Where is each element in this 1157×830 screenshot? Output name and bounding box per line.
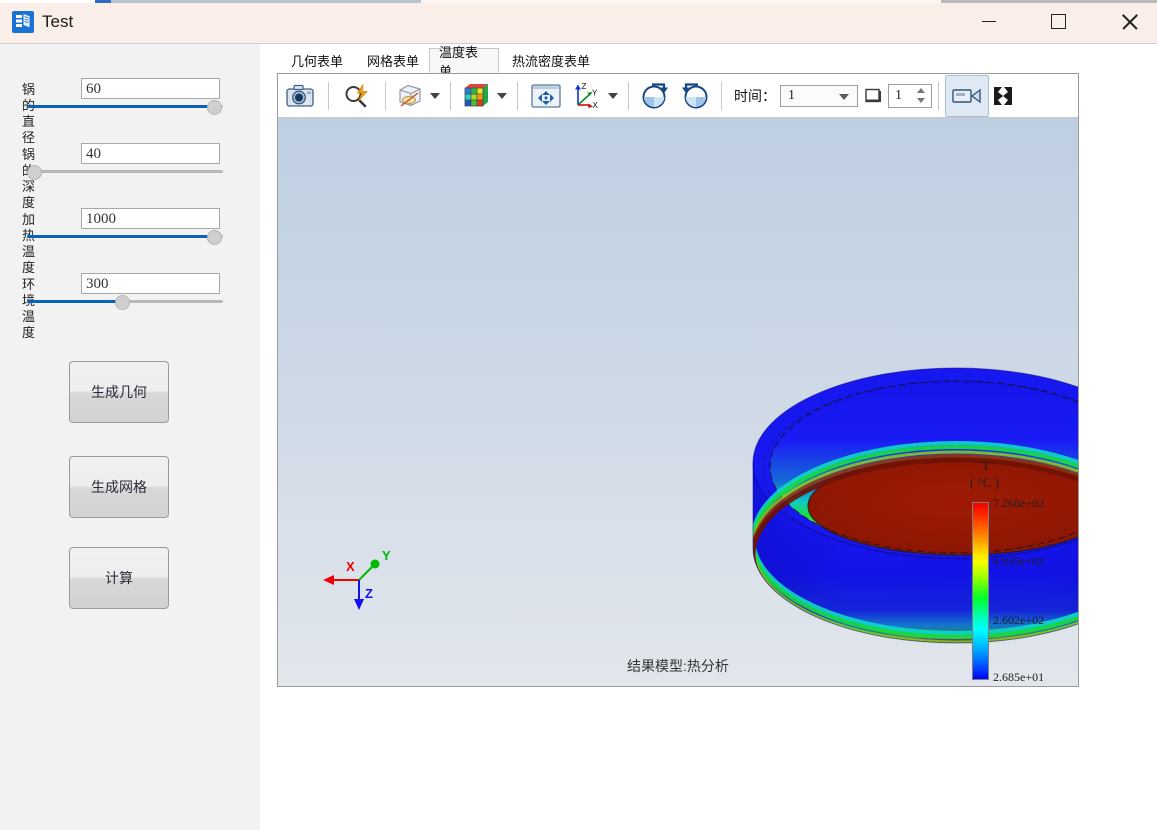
svg-text:Z: Z	[582, 82, 587, 91]
legend-tick-high: 4.935e+02	[993, 554, 1045, 568]
pan-move-icon	[531, 83, 561, 108]
zoom-fit-icon	[345, 83, 368, 107]
rotate-ccw-icon	[682, 82, 708, 108]
chevron-down-icon[interactable]	[497, 92, 507, 99]
toolbar-separator	[328, 81, 329, 110]
window-title: Test	[42, 12, 74, 31]
parameter-input-ambient-temp[interactable]: 300	[81, 273, 220, 294]
tab-geometry-form[interactable]: 几何表单	[281, 48, 353, 73]
axis-label-x: X	[346, 559, 355, 574]
axis-orientation-button[interactable]: Z Y X	[568, 76, 606, 116]
parameter-label-heating-temp: 加热温度	[22, 212, 36, 275]
minimize-icon	[982, 20, 996, 22]
zoom-fit-button[interactable]	[335, 76, 379, 116]
close-icon	[1121, 13, 1138, 30]
slider-thumb[interactable]	[26, 165, 42, 180]
close-button[interactable]	[1106, 0, 1152, 42]
hide-geometry-button[interactable]	[392, 76, 428, 116]
colored-mesh-button[interactable]	[457, 76, 495, 116]
minimize-button[interactable]	[966, 0, 1012, 42]
rotate-cw-button[interactable]	[635, 76, 675, 116]
parameter-input-depth[interactable]: 40	[81, 143, 220, 164]
colored-mesh-icon	[464, 83, 488, 106]
title-bar: Test	[0, 0, 1157, 44]
rotate-cw-icon	[642, 82, 668, 108]
parameter-slider-depth[interactable]	[26, 165, 223, 180]
slider-thumb[interactable]	[207, 100, 223, 115]
svg-text:Y: Y	[592, 88, 598, 97]
step-spinner[interactable]: 1	[888, 83, 932, 108]
left-control-panel: 锅的直径 60 锅的深度 40 加热温度 1000	[0, 44, 260, 830]
legend-tick-max: 7.268e+02	[993, 496, 1045, 510]
legend-tick-low: 2.602e+02	[993, 613, 1045, 627]
expand-contrast-icon	[994, 86, 1012, 105]
parameter-slider-diameter[interactable]	[27, 100, 223, 115]
screenshot-button[interactable]	[278, 76, 322, 116]
fullscreen-button[interactable]	[989, 76, 1017, 116]
maximize-icon	[1050, 13, 1066, 29]
pan-move-button[interactable]	[524, 76, 568, 116]
frame-button[interactable]	[858, 76, 888, 116]
toolbar-separator	[517, 81, 518, 110]
axis-label-y: Y	[382, 548, 391, 563]
axis-label-z: Z	[365, 586, 373, 601]
legend-color-bar	[972, 502, 989, 680]
tab-temperature-form[interactable]: 温度表单	[429, 45, 499, 79]
3d-render-canvas[interactable]: X Y Z T ( °C ) 7.268e+02 4.935e+02 2.602…	[278, 118, 1078, 686]
form-tab-bar: 几何表单 网格表单 温度表单 热流密度表单	[277, 45, 1079, 79]
parameter-input-heating-temp[interactable]: 1000	[81, 208, 220, 229]
chevron-down-icon[interactable]	[430, 92, 440, 99]
maximize-button[interactable]	[1035, 0, 1081, 42]
screenshot-camera-icon	[286, 84, 314, 107]
tab-heat-flux-form[interactable]: 热流密度表单	[503, 48, 599, 73]
parameter-input-diameter[interactable]: 60	[81, 78, 220, 99]
model-caption: 结果模型:热分析	[627, 658, 729, 674]
calculate-button[interactable]: 计算	[69, 547, 169, 609]
parameter-label-ambient-temp: 环境温度	[22, 277, 36, 340]
time-label: 时间：	[734, 89, 776, 105]
record-video-button[interactable]	[945, 74, 989, 117]
toolbar-separator	[628, 81, 629, 110]
legend-unit: ( °C )	[970, 475, 1000, 490]
axis-orientation-icon: Z Y X	[575, 82, 599, 110]
result-viewer-panel: Z Y X 时间： 1 1 X Y Z T (°C) 7.268e+02 4…	[277, 73, 1079, 687]
generate-mesh-button[interactable]: 生成网格	[69, 456, 169, 518]
legend-title: T	[982, 458, 990, 473]
time-select-value: 1	[788, 87, 795, 103]
viewer-toolbar: Z Y X 时间： 1 1	[278, 74, 1078, 118]
tab-mesh-form[interactable]: 网格表单	[357, 48, 429, 73]
rotate-ccw-button[interactable]	[675, 76, 715, 116]
parameter-slider-heating-temp[interactable]	[27, 230, 223, 245]
hide-geometry-icon	[399, 84, 421, 107]
svg-text:X: X	[593, 101, 599, 110]
parameter-label-diameter: 锅的直径	[22, 82, 36, 145]
app-stack-icon	[12, 11, 34, 33]
toolbar-separator	[721, 81, 722, 110]
chevron-down-icon	[839, 93, 849, 100]
video-camera-icon	[952, 88, 981, 103]
color-legend: T ( °C ) 7.268e+02 4.935e+02 2.602e+02 2…	[970, 458, 1066, 686]
axis-triad: X Y Z	[323, 548, 391, 610]
slider-thumb[interactable]	[115, 295, 131, 310]
slider-thumb[interactable]	[207, 230, 223, 245]
time-select[interactable]: 1	[780, 84, 858, 107]
parameter-slider-ambient-temp[interactable]	[27, 295, 223, 310]
frame-square-icon	[865, 88, 881, 102]
step-spinner-value: 1	[895, 87, 902, 103]
chevron-down-icon[interactable]	[608, 92, 618, 99]
toolbar-separator	[450, 81, 451, 110]
toolbar-separator	[385, 81, 386, 110]
application-window: Test 锅的直径 60 锅的深度 40	[0, 0, 1157, 830]
generate-geometry-button[interactable]: 生成几何	[69, 361, 169, 423]
spinner-arrows-icon[interactable]	[917, 87, 926, 106]
toolbar-separator	[938, 81, 939, 110]
